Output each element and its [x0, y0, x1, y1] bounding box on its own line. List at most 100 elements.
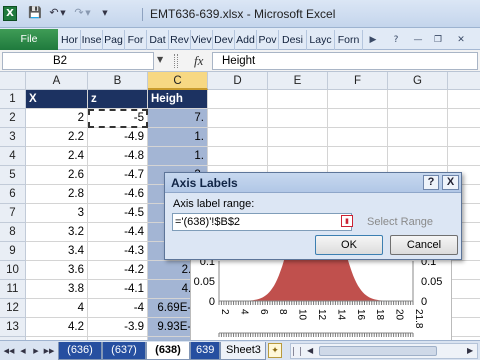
row-header[interactable]: 12: [0, 299, 26, 318]
cell-a[interactable]: 3: [26, 204, 88, 223]
undo-dropdown-icon[interactable]: ▼: [59, 6, 67, 20]
cancel-button[interactable]: Cancel: [390, 235, 458, 255]
tab-power-pivot[interactable]: Pov: [257, 30, 279, 50]
row-header[interactable]: 8: [0, 223, 26, 242]
cell-empty[interactable]: [208, 109, 268, 128]
cell-a[interactable]: 2.6: [26, 166, 88, 185]
excel-app-icon[interactable]: X: [3, 6, 17, 21]
header-cell-a[interactable]: X: [26, 90, 88, 109]
cell-b[interactable]: -4.2: [88, 261, 148, 280]
column-header-c[interactable]: C: [148, 72, 208, 90]
cell-empty[interactable]: [268, 147, 328, 166]
cell-empty[interactable]: [328, 128, 388, 147]
help-icon[interactable]: ?: [390, 32, 402, 48]
cell-b[interactable]: -4.9: [88, 128, 148, 147]
cell-b[interactable]: -4.1: [88, 280, 148, 299]
cell-empty[interactable]: [448, 147, 480, 166]
column-header-h[interactable]: [448, 72, 480, 90]
tab-file[interactable]: File: [0, 29, 58, 50]
cell-b[interactable]: -4.7: [88, 166, 148, 185]
help-icon[interactable]: ?: [423, 175, 439, 190]
column-header-b[interactable]: B: [88, 72, 148, 90]
scroll-left-icon[interactable]: ◀: [307, 346, 313, 355]
row-header[interactable]: 4: [0, 147, 26, 166]
scroll-thumb[interactable]: [319, 346, 437, 356]
tab-formulas[interactable]: For: [125, 30, 147, 50]
sheet-tab-636[interactable]: (636): [58, 342, 102, 360]
cell-empty[interactable]: [448, 128, 480, 147]
column-header-g[interactable]: G: [388, 72, 448, 90]
row-header[interactable]: 1: [0, 90, 26, 109]
cell-c[interactable]: 1.: [148, 128, 208, 147]
formula-bar-splitter[interactable]: [174, 54, 178, 68]
tab-chart-design[interactable]: Desi: [279, 30, 307, 50]
sheet-tab-sheet3[interactable]: Sheet3: [220, 342, 266, 360]
row-header[interactable]: 7: [0, 204, 26, 223]
axis-label-range-input[interactable]: ='(638)'!$B$2: [172, 213, 352, 231]
cell-empty[interactable]: [448, 90, 480, 109]
ok-button[interactable]: OK: [315, 235, 383, 255]
row-header[interactable]: 3: [0, 128, 26, 147]
cell-empty[interactable]: [208, 128, 268, 147]
cell-a[interactable]: 3.8: [26, 280, 88, 299]
tab-chart-format[interactable]: Forn: [335, 30, 363, 50]
save-icon[interactable]: 💾: [28, 6, 42, 20]
cell-b[interactable]: -4.4: [88, 223, 148, 242]
name-box[interactable]: B2: [2, 52, 154, 70]
tab-home[interactable]: Hor: [59, 30, 81, 50]
next-sheet-icon[interactable]: ▶: [30, 345, 42, 357]
horizontal-scrollbar[interactable]: ◀ ▶: [290, 343, 478, 359]
cell-empty[interactable]: [268, 109, 328, 128]
close-workbook-icon[interactable]: ✕: [455, 32, 467, 48]
last-sheet-icon[interactable]: ▶▶: [43, 345, 55, 357]
select-all-corner[interactable]: [0, 72, 26, 90]
row-header[interactable]: 13: [0, 318, 26, 337]
tab-split-handle[interactable]: [293, 347, 301, 356]
row-header[interactable]: 5: [0, 166, 26, 185]
row-header[interactable]: 6: [0, 185, 26, 204]
cell-a[interactable]: 4.2: [26, 318, 88, 337]
cell-a[interactable]: 3.6: [26, 261, 88, 280]
worksheet-grid[interactable]: A B C D E F G 1 Xz Heigh 2 2 -5 7. 3 2.2 -4.9 1. 4 2…: [0, 72, 480, 340]
cell-empty[interactable]: [328, 109, 388, 128]
tab-data[interactable]: Dat: [147, 30, 169, 50]
insert-worksheet-icon[interactable]: ✦: [268, 343, 282, 358]
cell-b[interactable]: -4.8: [88, 147, 148, 166]
sheet-tab-638[interactable]: (638): [146, 342, 190, 360]
cell-a[interactable]: 2: [26, 109, 88, 128]
redo-dropdown-icon[interactable]: ▼: [84, 6, 92, 20]
scroll-right-icon[interactable]: ▶: [467, 346, 473, 355]
cell-b[interactable]: -4.3: [88, 242, 148, 261]
column-header-a[interactable]: A: [26, 72, 88, 90]
customize-toolbar-icon[interactable]: ▼: [100, 6, 110, 20]
insert-function-icon[interactable]: fx: [194, 53, 203, 69]
row-header[interactable]: 2: [0, 109, 26, 128]
cell-empty[interactable]: [388, 109, 448, 128]
cell-a[interactable]: 3.4: [26, 242, 88, 261]
minimize-ribbon-icon[interactable]: —: [412, 32, 424, 48]
cell-empty[interactable]: [388, 90, 448, 109]
cell-empty[interactable]: [388, 147, 448, 166]
cell-b[interactable]: -3.9: [88, 318, 148, 337]
cell-b[interactable]: -4.6: [88, 185, 148, 204]
column-header-f[interactable]: F: [328, 72, 388, 90]
cell-empty[interactable]: [208, 147, 268, 166]
cell-empty[interactable]: [328, 90, 388, 109]
tab-review[interactable]: Rev: [169, 30, 191, 50]
row-header[interactable]: 10: [0, 261, 26, 280]
formula-input[interactable]: Height: [212, 52, 478, 70]
tab-chart-layout[interactable]: Layc: [307, 30, 335, 50]
cell-empty[interactable]: [448, 109, 480, 128]
cell-a[interactable]: 2.8: [26, 185, 88, 204]
tab-view[interactable]: Viev: [191, 30, 213, 50]
close-icon[interactable]: X: [442, 175, 459, 190]
tab-page-layout[interactable]: Pag: [103, 30, 125, 50]
cell-a[interactable]: 4: [26, 299, 88, 318]
cell-b[interactable]: -5: [88, 109, 148, 128]
tab-developer[interactable]: Dev: [213, 30, 235, 50]
cell-empty[interactable]: [208, 90, 268, 109]
cell-b[interactable]: -4.5: [88, 204, 148, 223]
row-header[interactable]: 11: [0, 280, 26, 299]
ribbon-scroll-right-icon[interactable]: ▶: [368, 32, 378, 48]
sheet-tab-637[interactable]: (637): [102, 342, 146, 360]
